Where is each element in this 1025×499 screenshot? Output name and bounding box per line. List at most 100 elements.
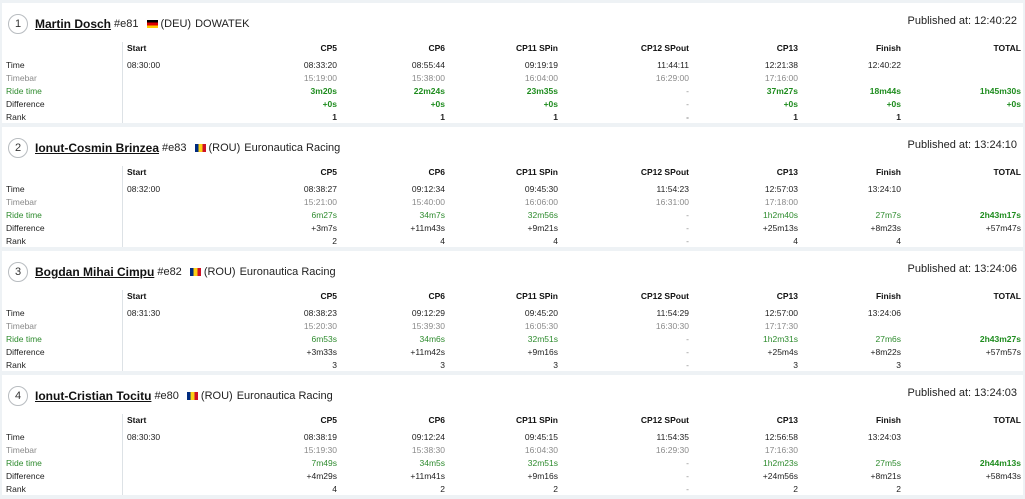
- cell-ride-time: 32m51s: [527, 334, 558, 344]
- cell-difference: +3m33s: [306, 347, 337, 357]
- cell-ride-time: 27m7s: [875, 210, 901, 220]
- cell-time: 08:38:23: [303, 308, 337, 318]
- cell-time: 09:12:29: [411, 308, 445, 318]
- split-times-table: Time Timebar Ride time Difference Rank Start C…: [2, 166, 1023, 247]
- rider-header: 3 Bogdan Mihai Cimpu #e82 (ROU) Euronaut…: [8, 260, 336, 284]
- cell-time: 11:54:35: [656, 432, 689, 442]
- cell-rank: 2: [553, 484, 558, 494]
- cell-ride-time: 34m5s: [419, 458, 445, 468]
- cell-rank: -: [686, 112, 689, 122]
- cell-difference: +0s: [783, 99, 798, 109]
- rider-bib: #e82: [157, 266, 182, 278]
- cell-difference: +0s: [322, 99, 337, 109]
- column-header: TOTAL: [993, 43, 1021, 53]
- rider-card: 4 Ionut-Cristian Tocitu #e80 (ROU) Euron…: [2, 375, 1023, 495]
- cell-ride-time: 2h44m13s: [979, 458, 1021, 468]
- row-label-difference: Difference: [6, 471, 45, 481]
- column-header: CP13: [776, 415, 798, 425]
- rider-name-link[interactable]: Martin Dosch: [35, 17, 111, 31]
- cell-difference: +8m23s: [870, 223, 901, 233]
- cell-ride-time: 32m56s: [527, 210, 558, 220]
- column-header: CP11 SPin: [515, 415, 558, 425]
- column-header: CP6: [428, 43, 445, 53]
- cell-difference: -: [686, 99, 689, 109]
- row-label-timebar: Timebar: [6, 321, 37, 331]
- cell-timebar: 16:31:00: [655, 197, 689, 207]
- cell-difference: +3m7s: [311, 223, 337, 233]
- cell-difference: +25m4s: [767, 347, 798, 357]
- rider-header: 2 Ionut-Cosmin Brinzea #e83 (ROU) Eurona…: [8, 136, 340, 160]
- rider-header: 1 Martin Dosch #e81 (DEU) DOWATEK: [8, 12, 249, 36]
- rider-header: 4 Ionut-Cristian Tocitu #e80 (ROU) Euron…: [8, 384, 333, 408]
- cell-difference: +58m43s: [985, 471, 1021, 481]
- row-label-time: Time: [6, 184, 25, 194]
- cell-time: 09:45:30: [524, 184, 558, 194]
- cell-difference: +9m16s: [527, 471, 558, 481]
- published-time: Published at: 13:24:06: [907, 263, 1017, 275]
- cell-time: 12:40:22: [867, 60, 901, 70]
- rider-bib: #e83: [162, 142, 187, 154]
- cell-timebar: 16:04:30: [524, 445, 558, 455]
- cell-time: 11:54:29: [656, 308, 689, 318]
- split-times-table: Time Timebar Ride time Difference Rank Start C…: [2, 414, 1023, 495]
- column-header: Finish: [875, 43, 901, 53]
- column-header: CP11 SPin: [515, 167, 558, 177]
- column-header: TOTAL: [993, 291, 1021, 301]
- rider-name-link[interactable]: Ionut-Cosmin Brinzea: [35, 141, 159, 155]
- cell-difference: +11m42s: [410, 347, 445, 357]
- cell-time: 09:45:20: [524, 308, 558, 318]
- row-label-difference: Difference: [6, 347, 45, 357]
- cell-timebar: 17:18:00: [764, 197, 798, 207]
- column-header: CP13: [776, 291, 798, 301]
- cell-rank: 3: [440, 360, 445, 370]
- cell-difference: +8m21s: [870, 471, 901, 481]
- country-flag-icon: [189, 268, 201, 276]
- cell-time: 09:12:34: [411, 184, 445, 194]
- cell-difference: +11m41s: [410, 471, 445, 481]
- row-label-ride-time: Ride time: [6, 210, 42, 220]
- column-header: CP6: [428, 167, 445, 177]
- cell-difference: +11m43s: [410, 223, 445, 233]
- cell-difference: +0s: [1006, 99, 1021, 109]
- row-label-timebar: Timebar: [6, 73, 37, 83]
- cell-timebar: 15:38:00: [411, 73, 445, 83]
- cell-rank: 2: [440, 484, 445, 494]
- cell-timebar: 17:16:30: [764, 445, 798, 455]
- row-label-rank: Rank: [6, 484, 26, 494]
- cell-rank: 1: [332, 112, 337, 122]
- rider-team: Euronautica Racing: [236, 390, 333, 402]
- table-divider: [122, 414, 123, 495]
- cell-rank: 3: [332, 360, 337, 370]
- row-label-time: Time: [6, 60, 25, 70]
- cell-ride-time: 2h43m27s: [979, 334, 1021, 344]
- cell-time: 08:30:30: [127, 432, 161, 442]
- cell-rank: 1: [553, 112, 558, 122]
- cell-time: 12:56:58: [764, 432, 798, 442]
- cell-ride-time: 27m5s: [875, 458, 901, 468]
- published-time: Published at: 13:24:03: [907, 387, 1017, 399]
- published-time: Published at: 13:24:10: [907, 139, 1017, 151]
- cell-rank: -: [686, 360, 689, 370]
- row-label-rank: Rank: [6, 112, 26, 122]
- cell-timebar: 17:16:00: [764, 73, 798, 83]
- cell-time: 13:24:10: [867, 184, 901, 194]
- cell-ride-time: 1h45m30s: [979, 86, 1021, 96]
- column-header: CP12 SPout: [640, 43, 689, 53]
- column-header: Start: [127, 291, 147, 301]
- rider-name-link[interactable]: Bogdan Mihai Cimpu: [35, 265, 154, 279]
- cell-difference: +9m21s: [527, 223, 558, 233]
- cell-ride-time: 1h2m23s: [763, 458, 798, 468]
- column-header: CP11 SPin: [515, 43, 558, 53]
- cell-ride-time: 7m49s: [311, 458, 337, 468]
- rider-country: (ROU): [200, 390, 233, 402]
- column-header: CP12 SPout: [640, 415, 689, 425]
- cell-time: 08:33:20: [303, 60, 337, 70]
- row-label-difference: Difference: [6, 223, 45, 233]
- cell-timebar: 15:20:30: [303, 321, 337, 331]
- cell-ride-time: -: [686, 458, 689, 468]
- rider-country: (ROU): [203, 266, 236, 278]
- cell-ride-time: 6m27s: [311, 210, 337, 220]
- rider-name-link[interactable]: Ionut-Cristian Tocitu: [35, 389, 151, 403]
- cell-rank: 1: [440, 112, 445, 122]
- cell-timebar: 17:17:30: [764, 321, 798, 331]
